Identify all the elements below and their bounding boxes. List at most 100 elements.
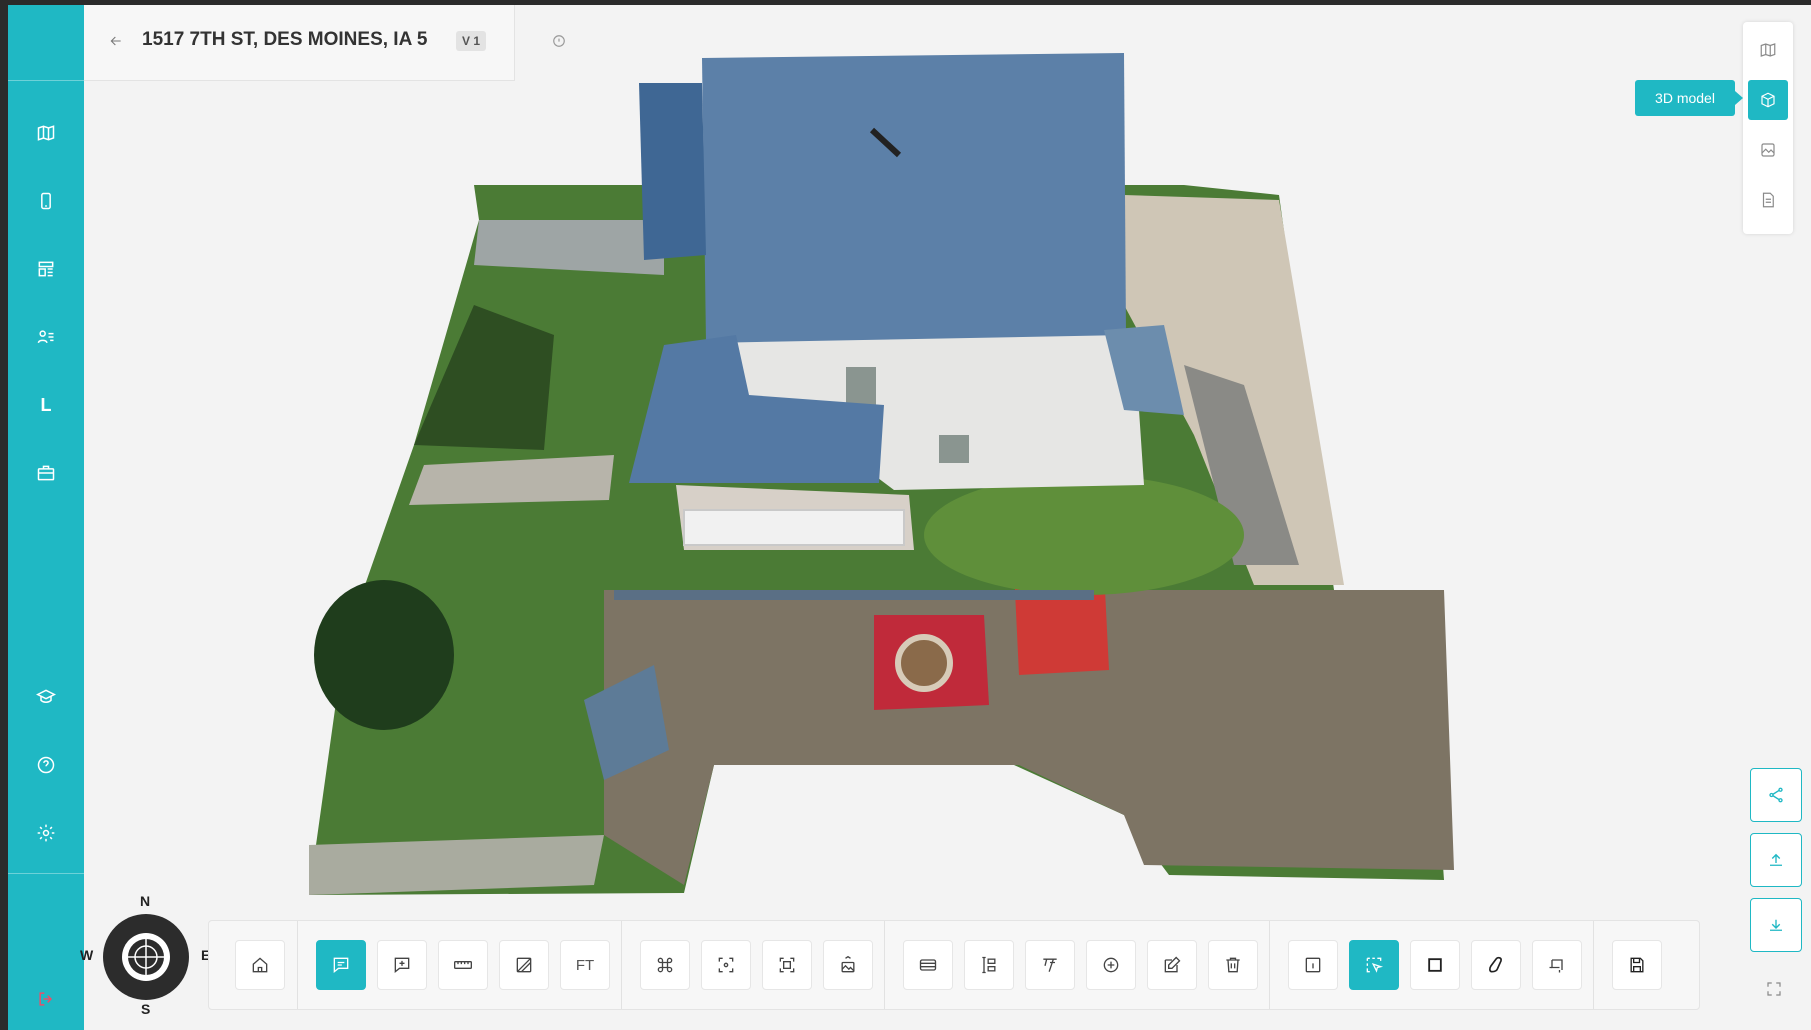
image-icon <box>1761 143 1775 157</box>
sidebar-item-briefcase[interactable] <box>26 453 66 493</box>
area-icon <box>516 957 532 973</box>
toolbar-separator <box>1593 921 1594 1009</box>
add-circle-icon <box>1103 957 1119 973</box>
sidebar-item-training[interactable] <box>26 677 66 717</box>
slope-tool-button[interactable] <box>1025 940 1075 990</box>
command-button[interactable] <box>640 940 690 990</box>
freeform-icon <box>1489 956 1502 973</box>
ruler-icon <box>454 961 472 969</box>
fit-view-icon <box>779 957 795 973</box>
app-window: L 1517 7TH ST, DES MOINES, IA 5 V 1 3D m… <box>8 5 1811 1030</box>
info-tool-button[interactable] <box>1288 940 1338 990</box>
square-icon <box>1428 958 1442 972</box>
compass-south-label: S <box>141 1001 151 1017</box>
height-tool-button[interactable] <box>964 940 1014 990</box>
back-button[interactable] <box>108 33 124 49</box>
select-cursor-icon <box>1366 957 1384 973</box>
sidebar-logo-area <box>8 5 84 81</box>
model-main-roof <box>702 53 1126 343</box>
fit-view-button[interactable] <box>762 940 812 990</box>
model-porch-railing <box>683 509 905 546</box>
view-report-button[interactable] <box>1748 180 1788 220</box>
add-comment-icon <box>394 957 410 974</box>
rectangle-tool-button[interactable] <box>1410 940 1460 990</box>
image-layer-button[interactable] <box>823 940 873 990</box>
map-icon <box>37 125 55 141</box>
sidebar-item-dashboard[interactable] <box>26 249 66 289</box>
edit-icon <box>1164 956 1181 973</box>
sidebar-item-settings[interactable] <box>26 813 66 853</box>
compass[interactable]: N S W E <box>80 893 210 1017</box>
sidebar-item-users[interactable] <box>26 317 66 357</box>
command-icon <box>657 957 673 973</box>
model-window <box>939 435 969 463</box>
download-icon <box>1770 919 1782 931</box>
layers-icon <box>919 959 937 971</box>
help-circle-icon <box>37 756 55 774</box>
home-icon <box>252 957 268 973</box>
delete-button[interactable] <box>1208 940 1258 990</box>
toolbar-separator <box>1269 921 1270 1009</box>
comment-tool-button[interactable] <box>316 940 366 990</box>
save-icon <box>1630 957 1644 973</box>
edit-button[interactable] <box>1147 940 1197 990</box>
model-vines <box>924 475 1244 595</box>
crop-tool-button[interactable] <box>1532 940 1582 990</box>
bottom-toolbar: FT <box>208 920 1700 1010</box>
crop-icon <box>1549 959 1563 973</box>
document-icon <box>1762 192 1774 208</box>
compass-north-label: N <box>140 893 151 909</box>
download-button[interactable] <box>1750 898 1802 952</box>
cube-icon <box>1761 92 1775 108</box>
briefcase-icon <box>37 465 55 481</box>
view-3d-model-button[interactable] <box>1748 80 1788 120</box>
add-point-button[interactable] <box>1086 940 1136 990</box>
slope-icon <box>1043 958 1057 972</box>
version-badge[interactable]: V 1 <box>456 31 487 51</box>
upload-button[interactable] <box>1750 833 1802 887</box>
view-map-button[interactable] <box>1748 30 1788 70</box>
view-switcher <box>1743 22 1793 234</box>
3d-model-viewport[interactable] <box>84 5 1811 1030</box>
save-button[interactable] <box>1612 940 1662 990</box>
model-window <box>846 367 876 405</box>
measure-area-button[interactable] <box>499 940 549 990</box>
project-header: 1517 7TH ST, DES MOINES, IA 5 V 1 <box>84 5 565 81</box>
freeform-tool-button[interactable] <box>1471 940 1521 990</box>
sidebar-item-tablet[interactable] <box>26 181 66 221</box>
units-label: FT <box>575 956 595 974</box>
graduation-cap-icon <box>36 689 56 703</box>
fullscreen-icon <box>1767 982 1781 996</box>
gear-icon <box>37 824 55 842</box>
sidebar-item-logout[interactable] <box>26 979 66 1019</box>
view-image-button[interactable] <box>1748 130 1788 170</box>
share-icon <box>1769 787 1783 803</box>
measure-distance-button[interactable] <box>438 940 488 990</box>
height-icon <box>982 956 996 974</box>
left-sidebar: L <box>8 5 84 1030</box>
fullscreen-button[interactable] <box>1765 980 1785 1000</box>
letter-l-icon: L <box>40 394 52 415</box>
comment-icon <box>333 957 349 974</box>
share-button[interactable] <box>1750 768 1802 822</box>
home-view-button[interactable] <box>235 940 285 990</box>
trash-icon <box>1226 957 1240 973</box>
image-chevron-icon <box>841 955 855 973</box>
model-front-walk <box>309 835 604 895</box>
layers-button[interactable] <box>903 940 953 990</box>
arrow-left-icon <box>110 36 121 46</box>
upload-icon <box>1770 853 1782 866</box>
view-tooltip: 3D model <box>1635 80 1743 116</box>
compass-west-label: W <box>80 947 94 963</box>
select-tool-button[interactable] <box>1349 940 1399 990</box>
users-list-icon <box>37 330 54 344</box>
sidebar-item-map[interactable] <box>26 113 66 153</box>
focus-point-button[interactable] <box>701 940 751 990</box>
model-fire-pit <box>895 634 953 692</box>
units-toggle-button[interactable]: FT <box>560 940 610 990</box>
tablet-icon <box>41 192 51 210</box>
sidebar-item-l[interactable]: L <box>26 385 66 425</box>
add-annotation-button[interactable] <box>377 940 427 990</box>
sidebar-item-help[interactable] <box>26 745 66 785</box>
info-icon[interactable] <box>552 34 566 53</box>
